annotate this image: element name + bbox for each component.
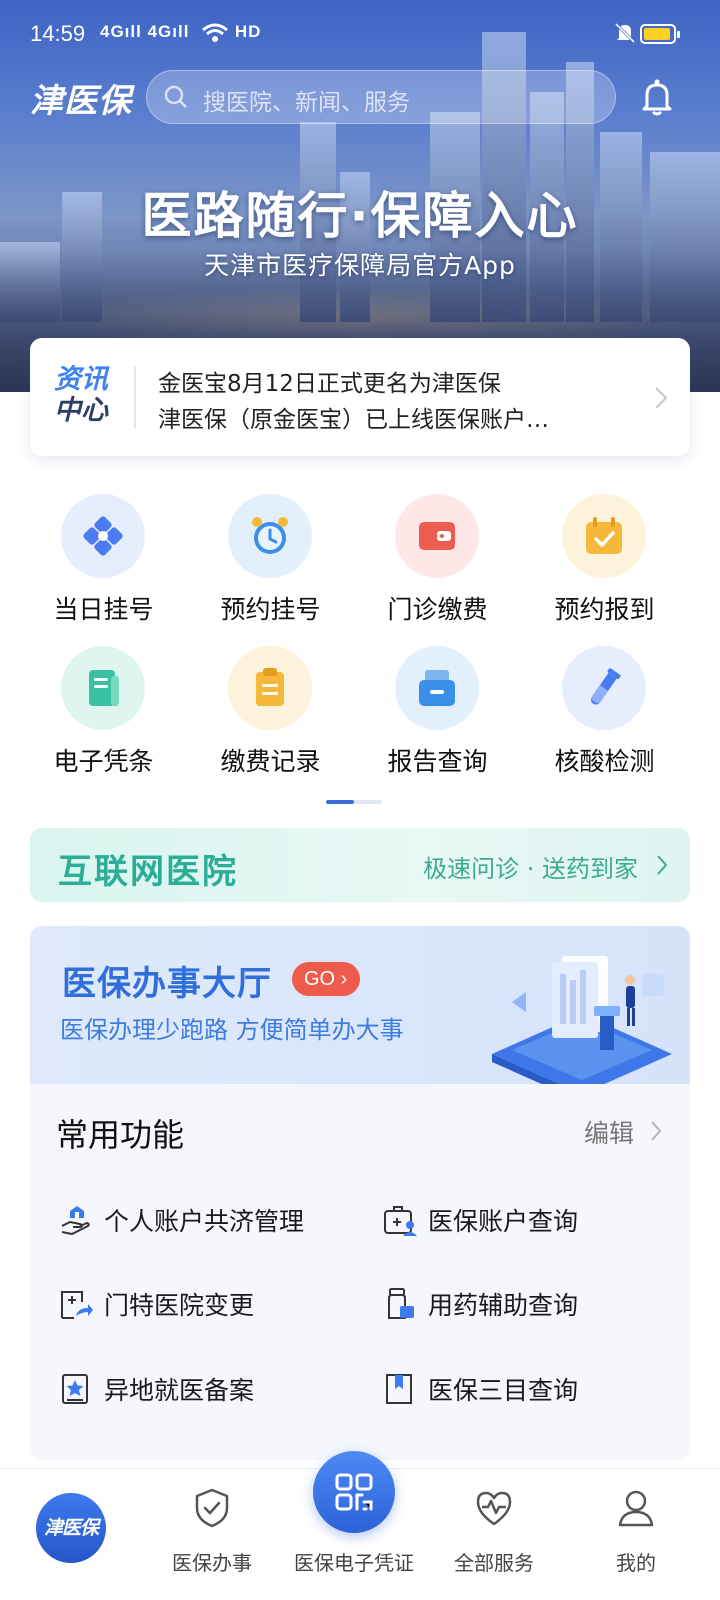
- go-arrow-icon: ›: [335, 968, 348, 990]
- service-kiosk-illustration: [492, 956, 672, 1084]
- news-headline-2[interactable]: 津医保（原金医宝）已上线医保账户…: [158, 400, 628, 434]
- heart-pulse-icon: [476, 1491, 512, 1526]
- calendar-check-icon: [562, 494, 646, 578]
- search-placeholder: 搜医院、新闻、服务: [203, 90, 410, 116]
- nav-item-medical-affairs[interactable]: 医保办事: [142, 1487, 282, 1576]
- go-label: GO: [304, 968, 336, 990]
- chevron-right-icon: [657, 855, 668, 875]
- grid-page-indicator: [326, 800, 382, 804]
- nav-item-label: 全部服务: [454, 1551, 534, 1575]
- medicine-bottle-icon: [388, 1288, 414, 1319]
- internet-hospital-title: 互联网医院: [58, 852, 238, 892]
- nav-item-mine[interactable]: 我的: [566, 1487, 706, 1576]
- grid-item-same-day-registration[interactable]: 当日挂号: [18, 494, 189, 634]
- grid-item-appointment-checkin[interactable]: 预约报到: [519, 494, 690, 634]
- grid-item-label: 预约报到: [554, 595, 655, 624]
- news-center-tag: 资讯 中心: [54, 364, 120, 426]
- edit-button[interactable]: 编辑: [584, 1114, 634, 1150]
- grid-item-outpatient-payment[interactable]: 门诊缴费: [352, 494, 523, 634]
- function-label: 医保账户查询: [428, 1207, 579, 1236]
- medical-kit-user-icon: [384, 1206, 417, 1236]
- news-center-card[interactable]: 资讯 中心 金医宝8月12日正式更名为津医保 津医保（原金医宝）已上线医保账户…: [30, 338, 690, 456]
- function-label: 用药辅助查询: [428, 1291, 579, 1320]
- qr-code-icon: [335, 1473, 373, 1511]
- function-label: 门特医院变更: [104, 1291, 255, 1320]
- news-divider: [134, 366, 136, 428]
- go-button[interactable]: GO ›: [292, 962, 360, 996]
- registration-icon: [61, 494, 145, 578]
- function-label: 个人账户共济管理: [104, 1207, 305, 1236]
- nav-item-label[interactable]: 医保电子凭证: [284, 1547, 424, 1576]
- search-bar[interactable]: 搜医院、新闻、服务: [146, 70, 616, 124]
- wallet-icon: [395, 494, 479, 578]
- hand-sharing-icon: [61, 1206, 90, 1235]
- nav-item-e-certificate-button[interactable]: [313, 1451, 395, 1533]
- internet-hospital-subtitle: 极速问诊 · 送药到家: [423, 855, 638, 883]
- grid-item-label: 门诊缴费: [387, 595, 488, 624]
- app-root: 14:59 4Gıll 4Gıll HD 津医保 搜医院、新闻、服务 医路随行·…: [0, 0, 720, 1600]
- function-label: 医保三目查询: [428, 1376, 579, 1405]
- nav-item-label: 医保办事: [172, 1551, 252, 1575]
- news-tag-line2: 中心: [54, 395, 108, 426]
- search-icon: [164, 85, 187, 108]
- service-hall-title: 医保办事大厅: [62, 964, 272, 1004]
- chevron-right-icon: [651, 1121, 662, 1141]
- internet-hospital-banner[interactable]: 互联网医院 极速问诊 · 送药到家: [30, 828, 690, 902]
- grid-item-nucleic-acid-test[interactable]: 核酸检测: [519, 646, 690, 786]
- mute-bell-icon: [614, 22, 636, 44]
- grid-item-e-receipt[interactable]: 电子凭条: [18, 646, 189, 786]
- test-tube-icon: [562, 646, 646, 730]
- common-functions-panel: 常用功能 编辑 个人账户共济管理 医保账户查询 门特医院变更 用药辅助查询 异地…: [30, 1084, 690, 1460]
- grid-item-label: 报告查询: [387, 747, 488, 776]
- banner-slogan: 医路随行·保障入心: [141, 187, 579, 245]
- grid-item-appointment-registration[interactable]: 预约挂号: [185, 494, 356, 634]
- function-label: 异地就医备案: [104, 1376, 255, 1405]
- user-icon: [618, 1490, 654, 1527]
- hero-banner[interactable]: 14:59 4Gıll 4Gıll HD 津医保 搜医院、新闻、服务 医路随行·…: [0, 0, 720, 392]
- grid-item-payment-records[interactable]: 缴费记录: [185, 646, 356, 786]
- hd-label: HD: [234, 22, 262, 41]
- chevron-right-icon: [655, 387, 668, 409]
- app-logo: 津医保: [30, 81, 132, 120]
- report-tray-icon: [395, 646, 479, 730]
- grid-item-label: 电子凭条: [53, 747, 154, 776]
- grid-item-label: 当日挂号: [53, 595, 154, 624]
- wifi-icon: [202, 23, 229, 42]
- service-hall-subtitle: 医保办理少跑路 方便简单办大事: [60, 1016, 404, 1044]
- shield-check-icon: [195, 1488, 229, 1528]
- bell-icon[interactable]: [640, 78, 674, 116]
- nav-home-logo[interactable]: 津医保: [36, 1493, 106, 1563]
- hospital-transfer-icon: [61, 1291, 93, 1319]
- common-functions-title: 常用功能: [56, 1116, 185, 1154]
- nav-item-all-services[interactable]: 全部服务: [424, 1487, 564, 1576]
- grid-item-label: 核酸检测: [554, 747, 655, 776]
- grid-item-report-query[interactable]: 报告查询: [352, 646, 523, 786]
- banner-subtitle: 天津市医疗保障局官方App: [204, 251, 516, 280]
- clipboard-icon: [228, 646, 312, 730]
- status-time: 14:59: [30, 21, 86, 46]
- alarm-clock-icon: [228, 494, 312, 578]
- battery-icon: [640, 24, 680, 44]
- bottom-navigation: 津医保 医保办事 医保电子凭证 全部服务 我的: [0, 1451, 720, 1600]
- bookmark-book-icon: [386, 1374, 412, 1404]
- news-tag-line1: 资讯: [54, 364, 108, 395]
- service-hall-banner[interactable]: 医保办事大厅 GO › 医保办理少跑路 方便简单办大事: [30, 926, 690, 1084]
- grid-item-label: 缴费记录: [220, 747, 321, 776]
- news-headline-1[interactable]: 金医宝8月12日正式更名为津医保: [158, 364, 628, 398]
- receipt-icon: [61, 646, 145, 730]
- nav-item-label: 我的: [616, 1551, 656, 1575]
- grid-item-label: 预约挂号: [220, 595, 321, 624]
- signal-text: 4Gıll 4Gıll: [100, 22, 190, 41]
- signal-indicator: 4Gıll 4Gıll HD: [100, 22, 261, 43]
- star-document-icon: [62, 1374, 88, 1404]
- status-bar: 14:59 4Gıll 4Gıll HD: [0, 0, 720, 70]
- active-page-dot: [326, 800, 354, 804]
